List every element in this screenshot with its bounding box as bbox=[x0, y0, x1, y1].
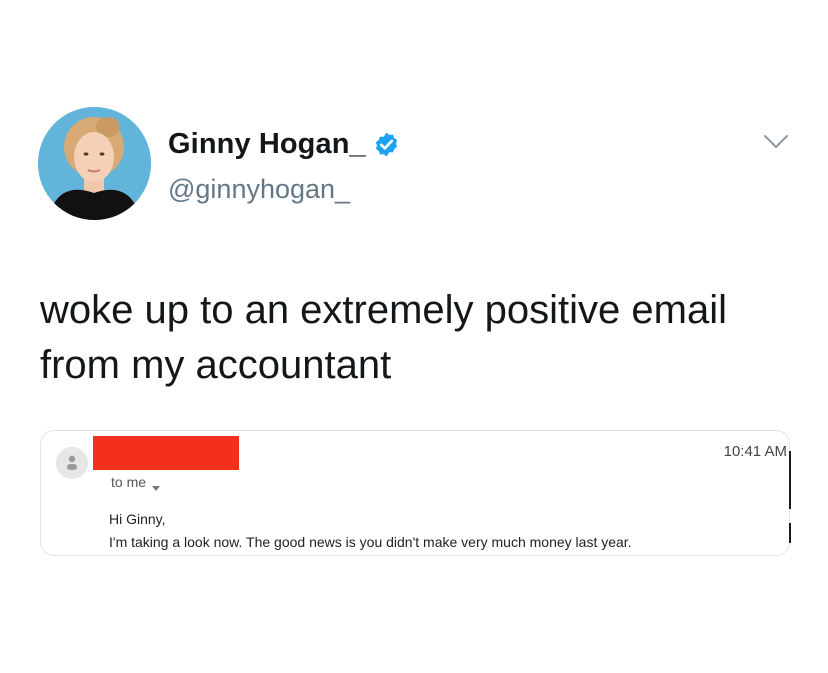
email-recipient: to me bbox=[111, 474, 161, 491]
divider-line bbox=[789, 451, 791, 509]
author-display-name[interactable]: Ginny Hogan_ bbox=[168, 128, 366, 161]
recipient-label: to me bbox=[111, 474, 147, 490]
tweet-card: Ginny Hogan_ @ginnyhogan_ woke up to an … bbox=[0, 0, 828, 673]
sender-redaction-block bbox=[93, 436, 239, 470]
author-handle[interactable]: @ginnyhogan_ bbox=[168, 174, 350, 205]
tweet-text: woke up to an extremely positive email f… bbox=[40, 288, 727, 387]
verified-badge-icon bbox=[373, 131, 400, 158]
divider-line bbox=[789, 523, 791, 543]
profile-photo-icon bbox=[38, 107, 151, 220]
person-icon bbox=[56, 447, 88, 479]
embedded-email-screenshot: 10:41 AM to me Hi Ginny, I'm taking a lo… bbox=[40, 430, 791, 556]
email-timestamp: 10:41 AM bbox=[723, 443, 787, 460]
email-body: I'm taking a look now. The good news is … bbox=[109, 534, 632, 550]
author-name-row: Ginny Hogan_ bbox=[168, 128, 400, 161]
caret-down-icon bbox=[152, 479, 161, 491]
email-greeting: Hi Ginny, bbox=[109, 511, 166, 527]
author-avatar[interactable] bbox=[38, 107, 151, 220]
chevron-down-icon[interactable] bbox=[763, 134, 789, 150]
